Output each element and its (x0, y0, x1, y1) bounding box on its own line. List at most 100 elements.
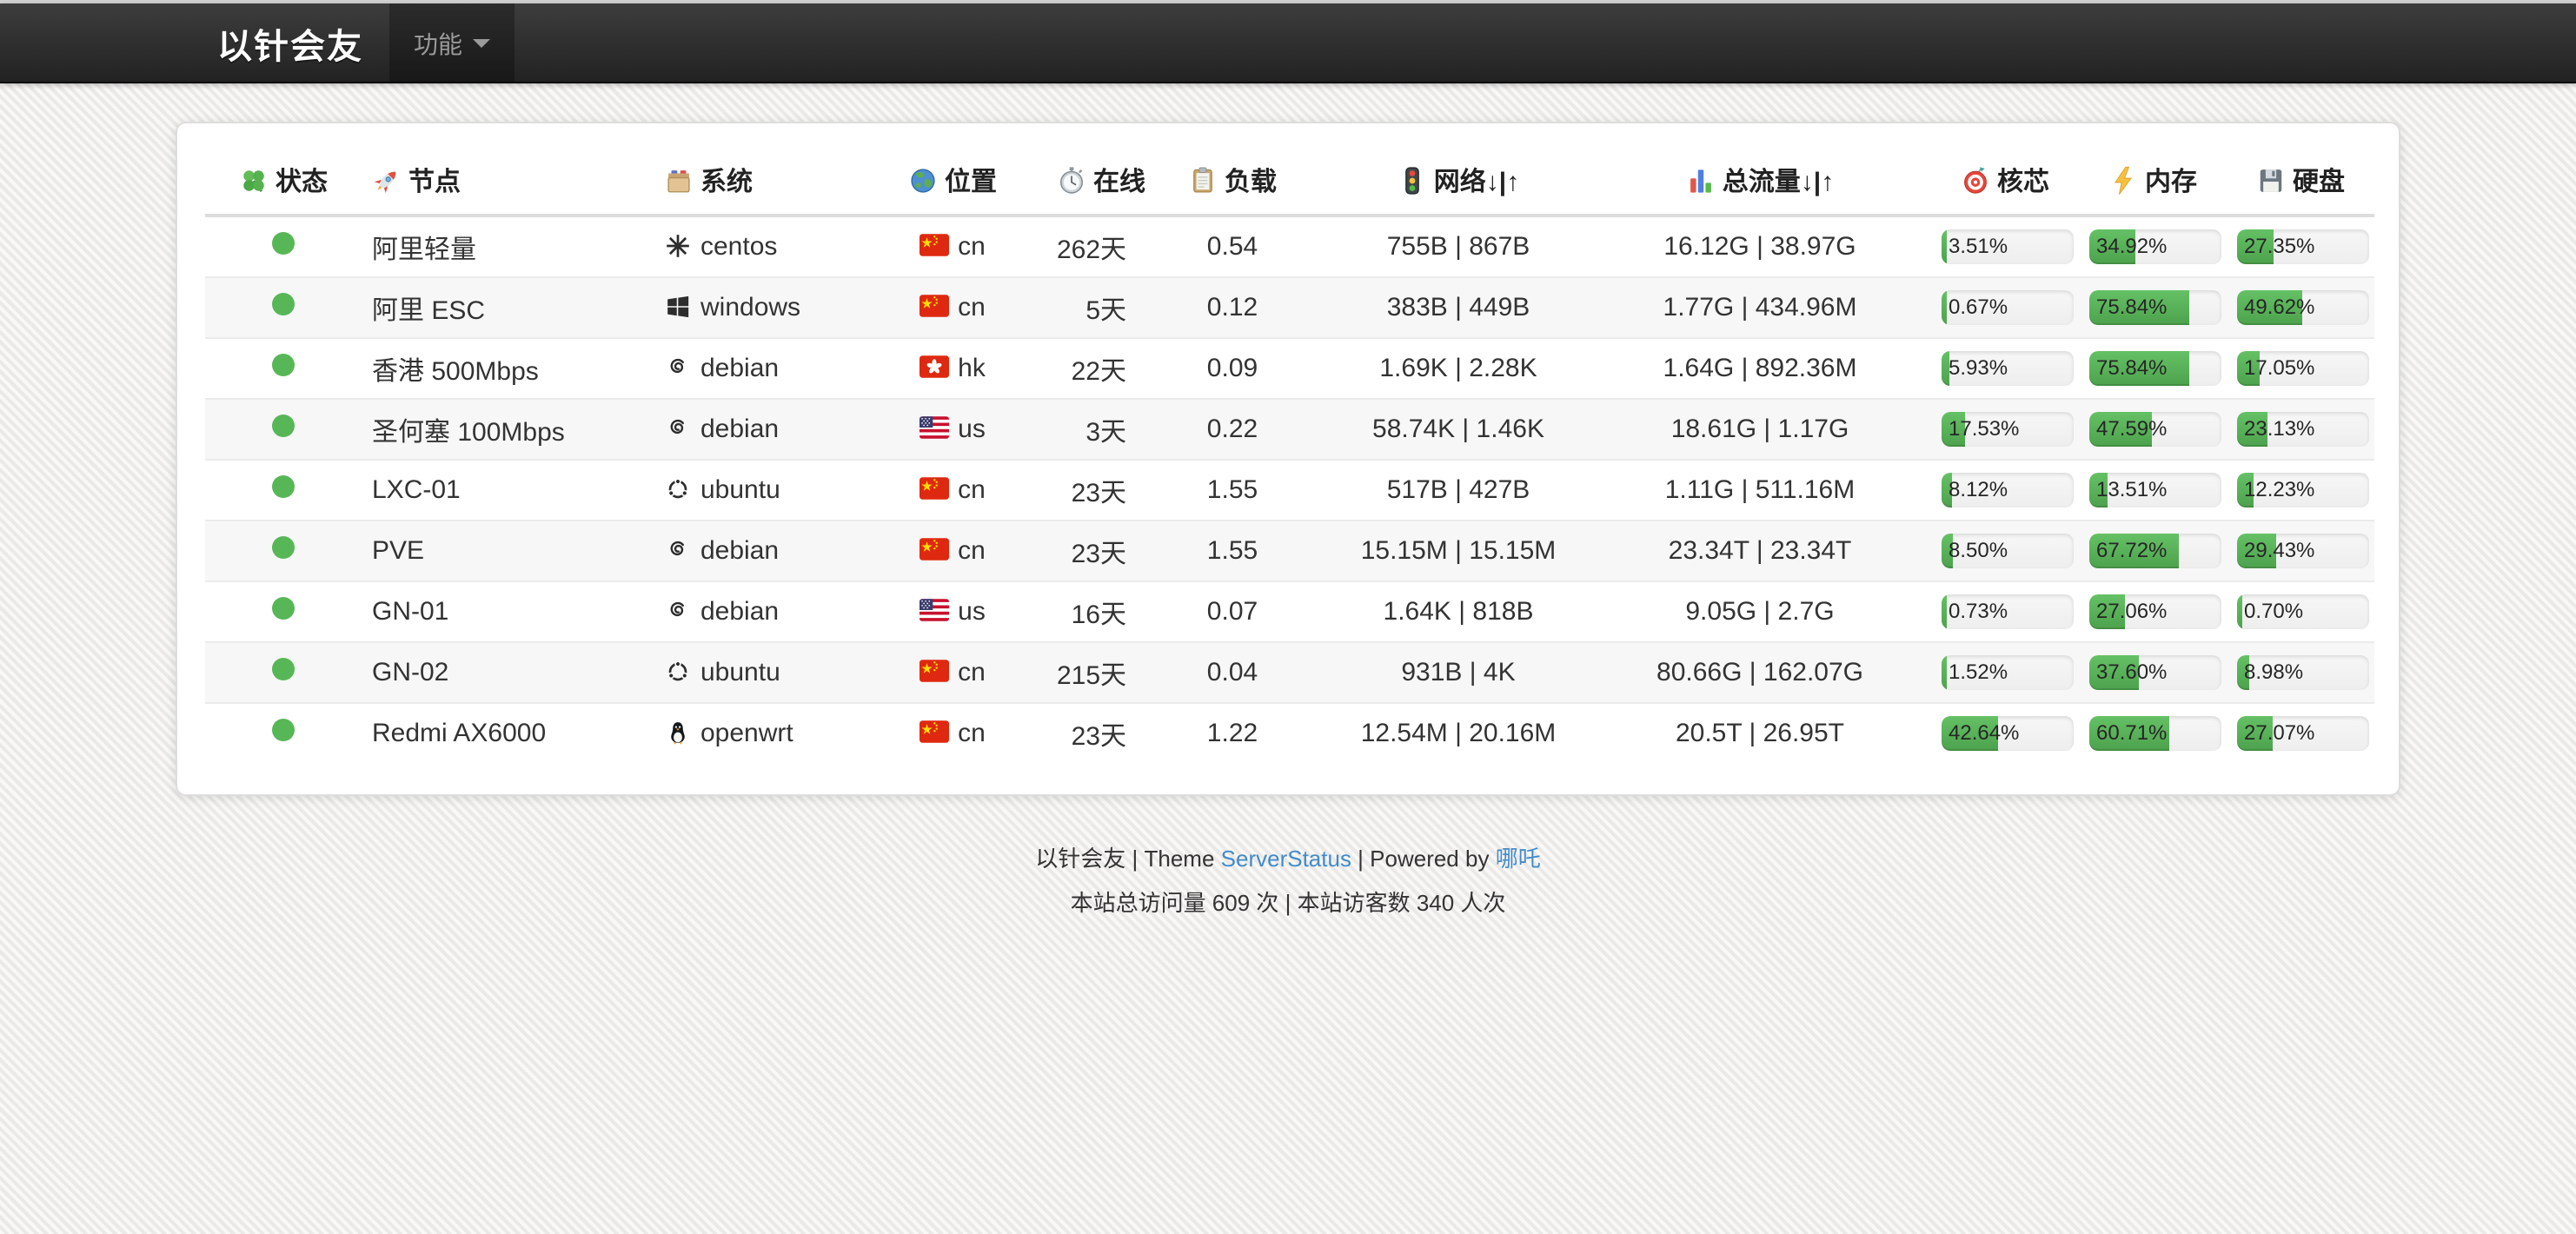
mem-percent-label: 47.59% (2096, 412, 2167, 447)
mem-percent-label: 13.51% (2096, 473, 2167, 508)
col-header-label: 状态 (276, 168, 328, 196)
os-name: ubuntu (700, 658, 780, 687)
os-debian-icon (664, 415, 692, 442)
os-cell: debian (654, 521, 859, 581)
uptime-value: 3天 (1086, 418, 1126, 447)
load-value: 1.55 (1207, 475, 1258, 504)
os-name: windows (700, 293, 800, 322)
brand-link[interactable]: 以针会友 (176, 3, 389, 83)
mem-progressbar: 13.51% (2089, 473, 2221, 508)
cpu-percent-label: 42.64% (1949, 716, 2019, 751)
mem-progressbar: 67.72% (2089, 534, 2221, 568)
disk-cell: 23.13% (2227, 399, 2374, 460)
status-cell (205, 399, 362, 460)
flag-hk-icon (920, 355, 949, 378)
traffic-value: 20.5T | 26.95T (1676, 719, 1844, 747)
network-cell: 755B | 867B (1328, 216, 1589, 277)
mem-cell: 27.06% (2079, 581, 2227, 642)
traffic-value: 9.05G | 2.7G (1685, 597, 1834, 626)
disk-percent-label: 29.43% (2244, 534, 2314, 568)
load-cell: 1.55 (1137, 460, 1328, 521)
floppy-icon (2256, 166, 2286, 196)
cpu-cell: 5.93% (1931, 338, 2079, 399)
theme-link[interactable]: ServerStatus (1221, 846, 1351, 872)
powered-by-link[interactable]: 哪吒 (1496, 846, 1541, 872)
load-cell: 1.22 (1137, 703, 1328, 763)
network-cell: 1.64K | 818B (1328, 581, 1589, 642)
os-debian-icon (664, 354, 692, 381)
disk-percent-label: 27.07% (2244, 716, 2314, 751)
node-name: 香港 500Mbps (372, 357, 539, 386)
server-status-card: 状态节点系统位置在线负载网络↓|↑总流量↓|↑核芯内存硬盘 阿里轻量centos… (176, 122, 2400, 796)
col-header-mem: 内存 (2079, 144, 2227, 216)
traffic-cell: 1.64G | 892.36M (1589, 338, 1931, 399)
uptime-cell: 262天 (1046, 216, 1137, 277)
network-value: 15.15M | 15.15M (1361, 536, 1557, 565)
disk-cell: 29.43% (2227, 521, 2374, 581)
flag-cn-icon (920, 720, 949, 743)
node-name: 阿里轻量 (372, 236, 476, 264)
server-row: GN-01debianus16天0.071.64K | 818B9.05G | … (205, 581, 2374, 642)
server-row: 香港 500Mbpsdebianhk22天0.091.69K | 2.28K1.… (205, 338, 2374, 399)
traffic-cell: 23.34T | 23.34T (1589, 521, 1931, 581)
cpu-progressbar: 8.12% (1942, 473, 2074, 508)
os-name: debian (700, 536, 779, 565)
location-code: us (958, 597, 986, 626)
menu-dropdown[interactable]: 功能 (389, 3, 515, 83)
mem-progressbar: 60.71% (2089, 716, 2221, 751)
cpu-progress-fill (1942, 655, 1947, 690)
disk-cell: 17.05% (2227, 338, 2374, 399)
cpu-progress-fill (1942, 290, 1947, 325)
cpu-percent-label: 5.93% (1949, 351, 2008, 386)
traffic-cell: 20.5T | 26.95T (1589, 703, 1931, 763)
cpu-progressbar: 1.52% (1942, 655, 2074, 690)
cpu-cell: 3.51% (1931, 216, 2079, 277)
node-name: 圣何塞 100Mbps (372, 418, 565, 447)
os-name: centos (700, 232, 777, 261)
traffic-icon (1398, 166, 1427, 196)
uptime-value: 23天 (1072, 479, 1126, 508)
cpu-cell: 1.52% (1931, 642, 2079, 703)
location-cell: cn (859, 703, 1046, 763)
mem-progressbar: 34.92% (2089, 229, 2221, 264)
os-windows-icon (664, 293, 692, 321)
disk-cell: 8.98% (2227, 642, 2374, 703)
col-header-status: 状态 (205, 144, 362, 216)
cpu-progressbar: 17.53% (1942, 412, 2074, 447)
network-value: 755B | 867B (1387, 232, 1530, 261)
table-header-row: 状态节点系统位置在线负载网络↓|↑总流量↓|↑核芯内存硬盘 (205, 144, 2374, 216)
disk-progressbar: 0.70% (2237, 594, 2369, 629)
uptime-value: 215天 (1057, 661, 1126, 690)
col-header-location: 位置 (859, 144, 1046, 216)
location-cell: us (859, 581, 1046, 642)
col-header-label: 系统 (700, 168, 753, 196)
disk-cell: 12.23% (2227, 460, 2374, 521)
traffic-cell: 80.66G | 162.07G (1589, 642, 1931, 703)
network-value: 1.64K | 818B (1384, 597, 1534, 626)
location-code: us (958, 415, 986, 443)
col-header-label: 内存 (2145, 168, 2197, 196)
os-openwrt-icon (664, 719, 692, 746)
load-cell: 0.22 (1137, 399, 1328, 460)
load-value: 1.22 (1207, 719, 1258, 747)
traffic-value: 18.61G | 1.17G (1671, 415, 1849, 443)
cpu-percent-label: 0.67% (1949, 290, 2008, 325)
status-cell (205, 703, 362, 763)
network-cell: 383B | 449B (1328, 277, 1589, 338)
col-header-uptime: 在线 (1046, 144, 1137, 216)
mem-cell: 75.84% (2079, 338, 2227, 399)
disk-percent-label: 8.98% (2244, 655, 2303, 690)
chart-icon (1686, 166, 1716, 196)
node-cell: 阿里轻量 (362, 216, 654, 277)
status-online-dot (272, 658, 295, 680)
disk-progressbar: 29.43% (2237, 534, 2369, 568)
bolt-icon (2108, 166, 2138, 196)
status-cell (205, 521, 362, 581)
uptime-cell: 23天 (1046, 460, 1137, 521)
disk-cell: 49.62% (2227, 277, 2374, 338)
status-cell (205, 460, 362, 521)
cpu-cell: 42.64% (1931, 703, 2079, 763)
disk-percent-label: 17.05% (2244, 351, 2314, 386)
uptime-cell: 23天 (1046, 521, 1137, 581)
clover-icon (239, 166, 269, 196)
